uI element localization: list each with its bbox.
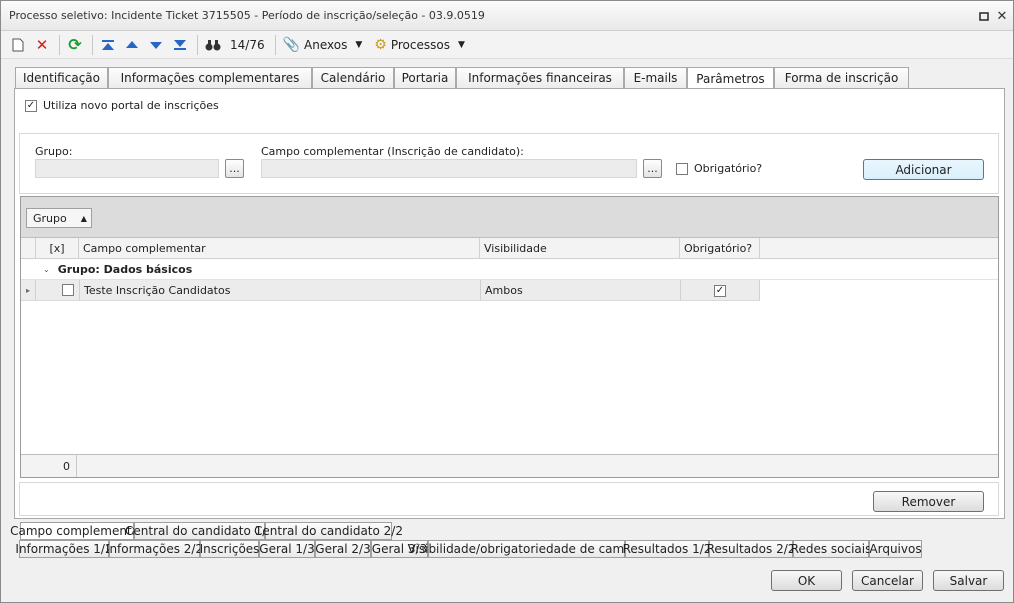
- cell-visibilidade: Ambos: [480, 280, 680, 301]
- record-counter: 14/76: [230, 37, 265, 52]
- use-new-portal-checkbox[interactable]: ✓: [25, 99, 37, 112]
- tab-portaria[interactable]: Portaria: [394, 67, 456, 88]
- obrigatorio-label: Obrigatório?: [694, 162, 763, 175]
- last-record-icon[interactable]: [169, 34, 191, 56]
- footer-count: 0: [21, 455, 77, 477]
- window: Processo seletivo: Incidente Ticket 3715…: [0, 0, 1014, 603]
- toolbar-separator: [197, 34, 198, 55]
- use-new-portal-label: Utiliza novo portal de inscrições: [43, 99, 219, 112]
- anexos-menu[interactable]: 📎 Anexos ▼: [280, 34, 366, 56]
- group-by-chip[interactable]: Grupo ▲: [26, 208, 92, 228]
- grid-footer: [21, 454, 998, 477]
- first-record-icon[interactable]: [97, 34, 119, 56]
- row-select-checkbox[interactable]: [62, 284, 74, 296]
- group-by-panel: [21, 197, 998, 238]
- cell-obrigatorio-checkbox[interactable]: ✓: [714, 284, 726, 297]
- previous-record-icon[interactable]: [121, 34, 143, 56]
- column-header-check[interactable]: [x]: [36, 238, 79, 259]
- obrigatorio-checkbox[interactable]: [676, 162, 688, 175]
- remove-button[interactable]: Remover: [873, 491, 984, 512]
- restore-icon[interactable]: [977, 9, 991, 23]
- use-new-portal-row: ✓ Utiliza novo portal de inscrições: [25, 99, 219, 112]
- column-header-visibilidade[interactable]: Visibilidade: [480, 238, 680, 259]
- tab-forma-de-inscricao[interactable]: Forma de inscrição: [774, 67, 909, 88]
- next-record-icon[interactable]: [145, 34, 167, 56]
- subtab-visibilidade-obrigatoriedade-de-campos[interactable]: Visibilidade/obrigatoriedade de campos: [408, 540, 645, 558]
- tab-e-mails[interactable]: E-mails: [624, 67, 687, 88]
- remove-section: [19, 482, 999, 516]
- group-row[interactable]: ⌄ Grupo: Dados básicos: [21, 259, 998, 280]
- tab-calendario[interactable]: Calendário: [312, 67, 394, 88]
- column-header-obrigatorio[interactable]: Obrigatório?: [680, 238, 760, 259]
- ok-button[interactable]: OK: [771, 570, 842, 591]
- save-button[interactable]: Salvar: [933, 570, 1004, 591]
- subtab-inscricoes[interactable]: Inscrições: [200, 540, 259, 558]
- cancel-button[interactable]: Cancelar: [852, 570, 923, 591]
- find-binoculars-icon[interactable]: [202, 34, 224, 56]
- subtab-arquivos[interactable]: Arquivos: [869, 540, 922, 558]
- subtab-central-do-candidato-1-2[interactable]: Central do candidato 1/2: [125, 522, 274, 540]
- add-button[interactable]: Adicionar: [863, 159, 984, 180]
- title-bar: Processo seletivo: Incidente Ticket 3715…: [1, 1, 1013, 31]
- close-icon[interactable]: ✕: [995, 9, 1009, 24]
- dropdown-arrow-icon: ▼: [457, 39, 465, 50]
- cell-campo: Teste Inscrição Candidatos: [79, 280, 480, 301]
- cell-obrigatorio: ✓: [680, 280, 760, 301]
- subtab-geral-1-3[interactable]: Geral 1/3: [259, 540, 315, 558]
- anexos-label: Anexos: [304, 37, 348, 52]
- new-record-icon[interactable]: [7, 34, 29, 56]
- row-pointer-icon: ▸: [21, 280, 36, 301]
- grupo-label: Grupo:: [35, 145, 73, 158]
- subtab-informacoes-2-2[interactable]: Informações 2/2: [106, 540, 203, 558]
- grupo-input[interactable]: [35, 159, 219, 178]
- sort-ascending-icon: ▲: [80, 213, 87, 223]
- subtab-informacoes-1-2[interactable]: Informações 1/2: [15, 540, 113, 558]
- dropdown-arrow-icon: ▼: [355, 39, 363, 50]
- collapse-arrow-icon[interactable]: ⌄: [43, 265, 50, 274]
- toolbar-separator: [92, 34, 93, 55]
- subtab-resultados-1-2[interactable]: Resultados 1/2: [623, 540, 711, 558]
- subtab-campo-complementar[interactable]: Campo complementar: [10, 522, 144, 540]
- window-title: Processo seletivo: Incidente Ticket 3715…: [9, 9, 485, 22]
- group-by-chip-label: Grupo: [33, 211, 67, 225]
- delete-icon[interactable]: ✕: [31, 34, 53, 56]
- processos-label: Processos: [390, 37, 450, 52]
- gears-icon: ⚙: [374, 36, 387, 53]
- tab-parametros[interactable]: Parâmetros: [687, 67, 774, 89]
- obrigatorio-row: Obrigatório?: [676, 162, 762, 175]
- refresh-icon[interactable]: ⟳: [64, 34, 86, 56]
- subtab-resultados-2-2[interactable]: Resultados 2/2: [707, 540, 795, 558]
- paperclip-icon: 📎: [282, 36, 301, 53]
- column-header-campo[interactable]: Campo complementar: [79, 238, 480, 259]
- tab-identificacao[interactable]: Identificação: [15, 67, 108, 88]
- subtab-central-do-candidato-2-2[interactable]: Central do candidato 2/2: [254, 522, 403, 540]
- group-row-label: Grupo: Dados básicos: [57, 262, 193, 276]
- grupo-lookup-button[interactable]: ...: [225, 159, 244, 178]
- toolbar-separator: [274, 34, 276, 55]
- subtab-redes-sociais[interactable]: Redes sociais: [791, 540, 871, 558]
- campo-input[interactable]: [261, 159, 637, 178]
- toolbar: ✕ ⟳ 14/76 📎 Anexos ▼ ⚙ Processos ▼: [1, 31, 1013, 59]
- tab-informacoes-financeiras[interactable]: Informações financeiras: [456, 67, 624, 88]
- campo-lookup-button[interactable]: ...: [643, 159, 662, 178]
- toolbar-separator: [59, 34, 60, 55]
- processos-menu[interactable]: ⚙ Processos ▼: [371, 34, 468, 56]
- tab-informacoes-complementares[interactable]: Informações complementares: [108, 67, 312, 88]
- campo-label: Campo complementar (Inscrição de candida…: [261, 145, 524, 158]
- row-select-checkbox-wrap: [62, 284, 74, 296]
- subtab-geral-2-3[interactable]: Geral 2/3: [315, 540, 371, 558]
- row-indicator-header: [21, 238, 36, 259]
